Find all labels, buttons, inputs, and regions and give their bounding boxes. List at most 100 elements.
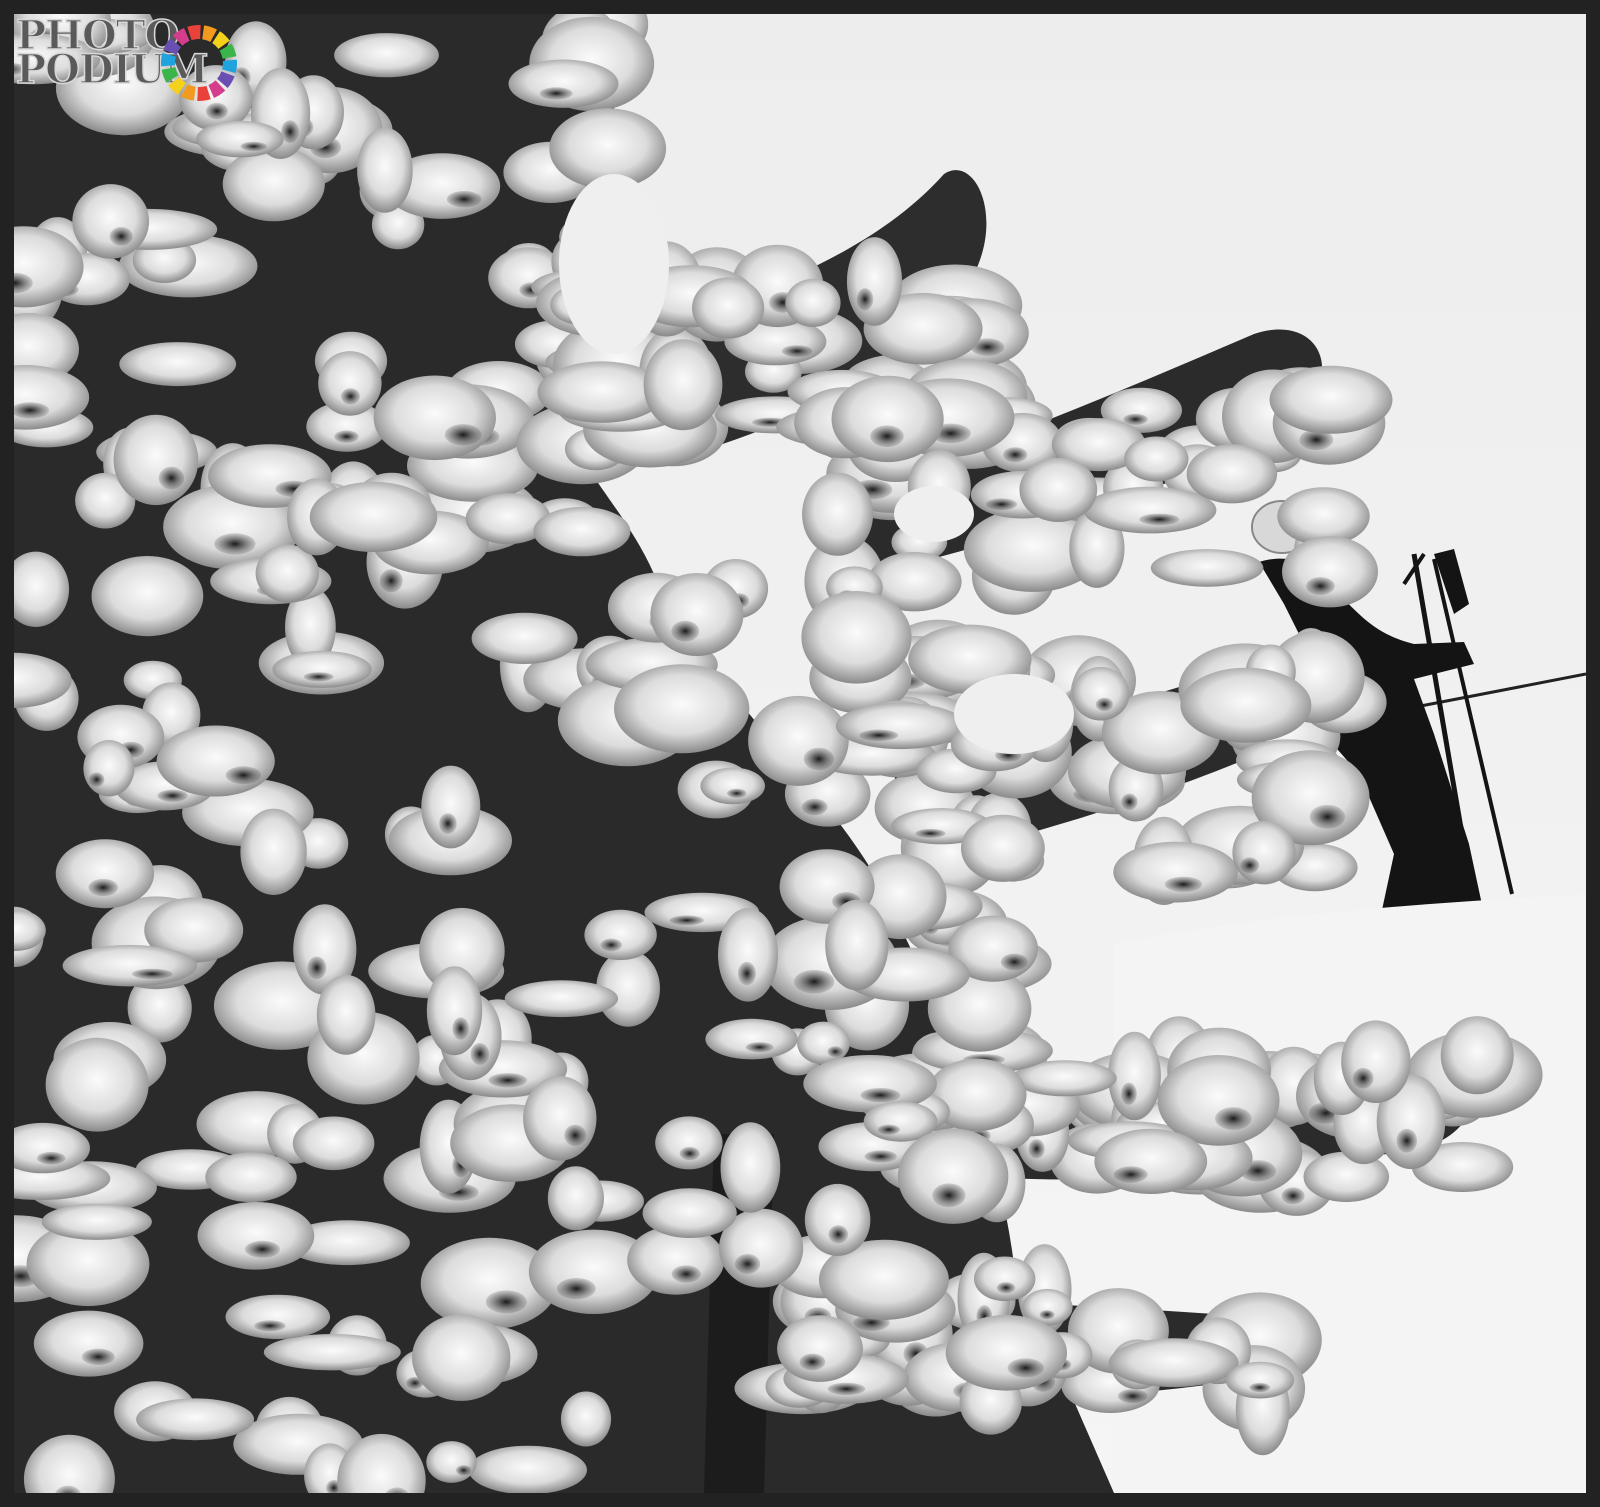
- needle-shadow: [671, 620, 700, 642]
- snow-clump: [205, 1152, 297, 1203]
- snow-clump: [263, 1334, 401, 1371]
- logo-segment: [161, 52, 176, 67]
- needle-shadow: [225, 766, 262, 785]
- needle-shadow: [827, 1382, 866, 1396]
- needle-shadow: [1240, 857, 1260, 874]
- snow-clump: [309, 481, 438, 552]
- needle-shadow: [1039, 1310, 1055, 1320]
- snow-clump: [1113, 841, 1238, 903]
- logo-segment: [187, 25, 201, 41]
- photopodium-watermark: PHOTO PODIUM: [14, 14, 254, 124]
- needle-shadow: [307, 956, 327, 980]
- needle-shadow: [1352, 1067, 1374, 1089]
- snow-clump: [720, 1122, 781, 1213]
- snow-clump: [318, 351, 382, 416]
- snow-clump: [700, 767, 765, 805]
- snow-clump: [471, 612, 578, 665]
- needle-shadow: [157, 789, 188, 802]
- needle-shadow: [485, 1290, 527, 1314]
- photopodium-logo-icon: [161, 25, 237, 101]
- needle-shadow: [737, 961, 756, 986]
- snow-clump: [1094, 1128, 1208, 1194]
- snow-clump: [801, 591, 912, 684]
- needle-shadow: [379, 569, 403, 593]
- snow-clump: [468, 1445, 587, 1493]
- needle-shadow: [109, 227, 133, 246]
- snow-clump: [777, 1315, 863, 1382]
- needle-shadow: [281, 120, 299, 143]
- snow-clump: [316, 974, 376, 1055]
- needle-shadow: [1139, 513, 1180, 526]
- snow-clump: [643, 339, 723, 431]
- snow-clump: [846, 237, 903, 326]
- needle-shadow: [89, 772, 105, 787]
- snow-clump: [292, 1116, 375, 1171]
- snow-clump: [835, 702, 966, 750]
- needle-shadow: [456, 1465, 472, 1476]
- snow-clump: [222, 146, 325, 222]
- snow-clump: [584, 909, 657, 961]
- snow-clump: [72, 184, 150, 259]
- snow-clump: [197, 1202, 315, 1270]
- needle-shadow: [1003, 447, 1028, 463]
- needle-shadow: [856, 288, 874, 311]
- needle-shadow: [1396, 1128, 1418, 1153]
- needle-shadow: [488, 1073, 528, 1088]
- needle-shadow: [214, 533, 256, 555]
- snow-clump: [373, 375, 496, 461]
- needle-shadow: [734, 1254, 761, 1274]
- needle-shadow: [801, 798, 828, 816]
- snow-clump: [650, 573, 744, 656]
- needle-shadow: [877, 1124, 900, 1135]
- snow-clump: [1277, 487, 1370, 546]
- needle-shadow: [827, 1046, 844, 1057]
- needle-shadow: [859, 729, 899, 742]
- needle-shadow: [132, 968, 173, 980]
- snow-clump: [55, 839, 155, 909]
- snow-clump: [785, 278, 841, 327]
- needle-shadow: [1000, 953, 1028, 971]
- needle-shadow: [1095, 697, 1113, 712]
- needle-shadow: [303, 672, 334, 682]
- snow-clump: [748, 695, 849, 786]
- needle-shadow: [1028, 1139, 1045, 1159]
- needle-shadow: [1249, 1382, 1271, 1393]
- needle-shadow: [244, 1240, 280, 1258]
- needle-shadow: [158, 466, 185, 490]
- snow-clump: [1282, 536, 1378, 608]
- needle-shadow: [600, 938, 622, 952]
- needle-shadow: [81, 1348, 115, 1366]
- photo: PHOTO PODIUM: [14, 14, 1586, 1493]
- needle-shadow: [439, 813, 457, 834]
- snow-clump: [1341, 1020, 1411, 1103]
- needle-shadow: [240, 141, 267, 151]
- needle-shadow: [1123, 413, 1148, 425]
- snow-clump: [426, 966, 483, 1056]
- snow-clump: [804, 1183, 871, 1256]
- needle-shadow: [539, 87, 573, 100]
- snow-clump: [1232, 820, 1296, 885]
- needle-shadow: [1215, 1107, 1252, 1130]
- snow-clump: [119, 342, 237, 387]
- snow-clump: [113, 414, 199, 506]
- logo-segment: [197, 85, 211, 101]
- snow-clump: [45, 1037, 149, 1132]
- snow-clump: [1083, 486, 1217, 534]
- snow-clump: [156, 725, 275, 797]
- snow-clump: [272, 650, 372, 688]
- needle-shadow: [341, 388, 360, 405]
- snow-clump: [62, 945, 198, 987]
- needle-shadow: [669, 915, 704, 926]
- snow-clump: [523, 1076, 597, 1161]
- logo-segment: [222, 59, 237, 74]
- needle-shadow: [794, 969, 835, 994]
- snow-clump: [1225, 1361, 1295, 1399]
- snow-clump: [1440, 1016, 1514, 1095]
- snow-clump: [83, 740, 135, 797]
- snow-clump: [1180, 667, 1312, 743]
- snow-clump: [802, 472, 874, 556]
- needle-shadow: [671, 1265, 701, 1283]
- needle-shadow: [446, 191, 482, 208]
- needle-shadow: [1007, 1358, 1044, 1378]
- snow-clump: [357, 127, 413, 213]
